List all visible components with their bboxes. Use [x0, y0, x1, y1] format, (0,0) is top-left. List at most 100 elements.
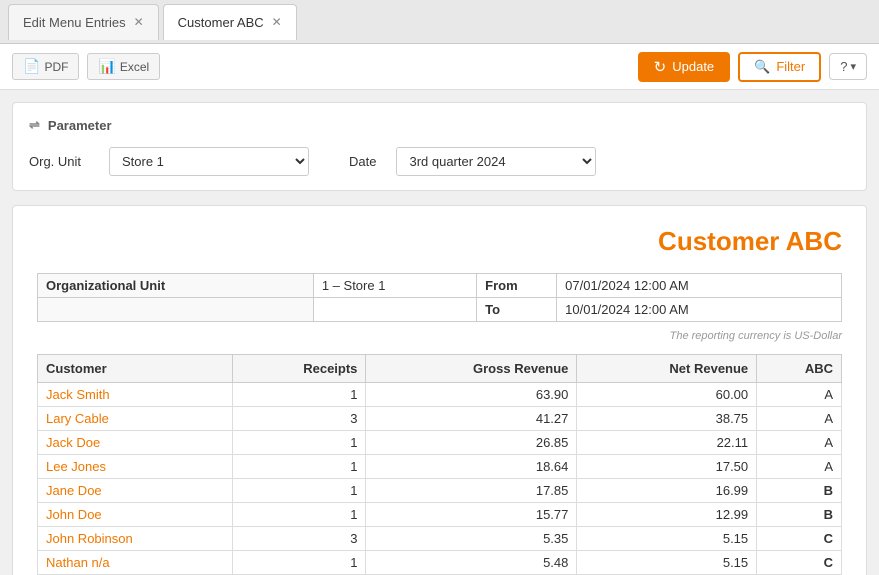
- abc-cell: B: [757, 479, 842, 503]
- receipts-cell: 1: [232, 479, 366, 503]
- org-unit-header: Organizational Unit: [38, 274, 314, 298]
- net-cell: 5.15: [577, 551, 757, 575]
- org-unit-select[interactable]: Store 1: [109, 147, 309, 176]
- table-row: John Robinson35.355.15C: [38, 527, 842, 551]
- filter-button[interactable]: 🔍 Filter: [738, 52, 821, 82]
- tab-edit-menu[interactable]: Edit Menu Entries ✕: [8, 4, 159, 40]
- table-header-row: Customer Receipts Gross Revenue Net Reve…: [38, 355, 842, 383]
- pdf-icon: 📄: [23, 58, 40, 75]
- sliders-icon: ⇌: [29, 117, 40, 133]
- empty-header: [38, 298, 314, 322]
- report-card: Customer ABC Organizational Unit 1 – Sto…: [12, 205, 867, 575]
- tab-edit-menu-label: Edit Menu Entries: [23, 15, 126, 30]
- excel-icon: 📊: [98, 58, 115, 75]
- net-cell: 38.75: [577, 407, 757, 431]
- help-label: ?: [840, 59, 847, 74]
- chevron-down-icon: ▾: [850, 60, 856, 73]
- parameter-label: Parameter: [48, 118, 112, 133]
- net-cell: 22.11: [577, 431, 757, 455]
- parameter-row: Org. Unit Store 1 Date 3rd quarter 2024: [29, 147, 850, 176]
- net-cell: 5.15: [577, 527, 757, 551]
- abc-cell: A: [757, 455, 842, 479]
- abc-cell: B: [757, 503, 842, 527]
- customer-cell[interactable]: Lee Jones: [38, 455, 233, 479]
- from-value: 07/01/2024 12:00 AM: [557, 274, 842, 298]
- customer-cell[interactable]: John Doe: [38, 503, 233, 527]
- tab-edit-menu-close[interactable]: ✕: [134, 15, 144, 29]
- receipts-cell: 3: [232, 527, 366, 551]
- gross-cell: 17.85: [366, 479, 577, 503]
- net-cell: 60.00: [577, 383, 757, 407]
- parameter-section: ⇌ Parameter Org. Unit Store 1 Date 3rd q…: [12, 102, 867, 191]
- customer-cell[interactable]: John Robinson: [38, 527, 233, 551]
- gross-cell: 15.77: [366, 503, 577, 527]
- data-table: Customer Receipts Gross Revenue Net Reve…: [37, 354, 842, 575]
- gross-cell: 41.27: [366, 407, 577, 431]
- col-gross-revenue: Gross Revenue: [366, 355, 577, 383]
- receipts-cell: 1: [232, 551, 366, 575]
- tab-customer-abc[interactable]: Customer ABC ✕: [163, 4, 297, 40]
- toolbar: 📄 PDF 📊 Excel ↻ Update 🔍 Filter ? ▾: [0, 44, 879, 90]
- currency-note: The reporting currency is US-Dollar: [37, 330, 842, 342]
- table-row: Nathan n/a15.485.15C: [38, 551, 842, 575]
- customer-cell[interactable]: Jack Doe: [38, 431, 233, 455]
- customer-cell[interactable]: Nathan n/a: [38, 551, 233, 575]
- customer-cell[interactable]: Lary Cable: [38, 407, 233, 431]
- tab-customer-abc-close[interactable]: ✕: [272, 15, 282, 29]
- receipts-cell: 1: [232, 383, 366, 407]
- excel-label: Excel: [120, 60, 149, 74]
- pdf-button[interactable]: 📄 PDF: [12, 53, 79, 80]
- org-unit-meta-value: 1 – Store 1: [313, 274, 476, 298]
- from-label: From: [477, 274, 557, 298]
- col-abc: ABC: [757, 355, 842, 383]
- table-row: Jack Smith163.9060.00A: [38, 383, 842, 407]
- col-receipts: Receipts: [232, 355, 366, 383]
- abc-cell: A: [757, 407, 842, 431]
- table-row: John Doe115.7712.99B: [38, 503, 842, 527]
- abc-cell: A: [757, 431, 842, 455]
- tabs-bar: Edit Menu Entries ✕ Customer ABC ✕: [0, 0, 879, 44]
- to-label: To: [477, 298, 557, 322]
- customer-cell[interactable]: Jack Smith: [38, 383, 233, 407]
- report-meta-table: Organizational Unit 1 – Store 1 From 07/…: [37, 273, 842, 322]
- receipts-cell: 1: [232, 431, 366, 455]
- customer-cell[interactable]: Jane Doe: [38, 479, 233, 503]
- col-net-revenue: Net Revenue: [577, 355, 757, 383]
- table-row: Jack Doe126.8522.11A: [38, 431, 842, 455]
- to-value: 10/01/2024 12:00 AM: [557, 298, 842, 322]
- gross-cell: 5.35: [366, 527, 577, 551]
- receipts-cell: 1: [232, 455, 366, 479]
- toolbar-left: 📄 PDF 📊 Excel: [12, 53, 638, 80]
- pdf-label: PDF: [44, 60, 68, 74]
- report-title: Customer ABC: [37, 226, 842, 257]
- gross-cell: 26.85: [366, 431, 577, 455]
- gross-cell: 18.64: [366, 455, 577, 479]
- table-row: Jane Doe117.8516.99B: [38, 479, 842, 503]
- abc-cell: A: [757, 383, 842, 407]
- refresh-icon: ↻: [654, 58, 667, 76]
- abc-cell: C: [757, 527, 842, 551]
- filter-icon: 🔍: [754, 59, 770, 75]
- net-cell: 16.99: [577, 479, 757, 503]
- parameter-header: ⇌ Parameter: [29, 117, 850, 133]
- date-label: Date: [349, 154, 376, 169]
- receipts-cell: 3: [232, 407, 366, 431]
- table-row: Lee Jones118.6417.50A: [38, 455, 842, 479]
- tab-customer-abc-label: Customer ABC: [178, 15, 264, 30]
- empty-value: [313, 298, 476, 322]
- date-select[interactable]: 3rd quarter 2024: [396, 147, 596, 176]
- org-unit-label: Org. Unit: [29, 154, 89, 169]
- col-customer: Customer: [38, 355, 233, 383]
- receipts-cell: 1: [232, 503, 366, 527]
- net-cell: 17.50: [577, 455, 757, 479]
- gross-cell: 63.90: [366, 383, 577, 407]
- gross-cell: 5.48: [366, 551, 577, 575]
- net-cell: 12.99: [577, 503, 757, 527]
- abc-cell: C: [757, 551, 842, 575]
- update-button[interactable]: ↻ Update: [638, 52, 731, 82]
- excel-button[interactable]: 📊 Excel: [87, 53, 160, 80]
- help-button[interactable]: ? ▾: [829, 53, 867, 80]
- update-label: Update: [672, 59, 714, 74]
- table-row: Lary Cable341.2738.75A: [38, 407, 842, 431]
- toolbar-right: ↻ Update 🔍 Filter ? ▾: [638, 52, 867, 82]
